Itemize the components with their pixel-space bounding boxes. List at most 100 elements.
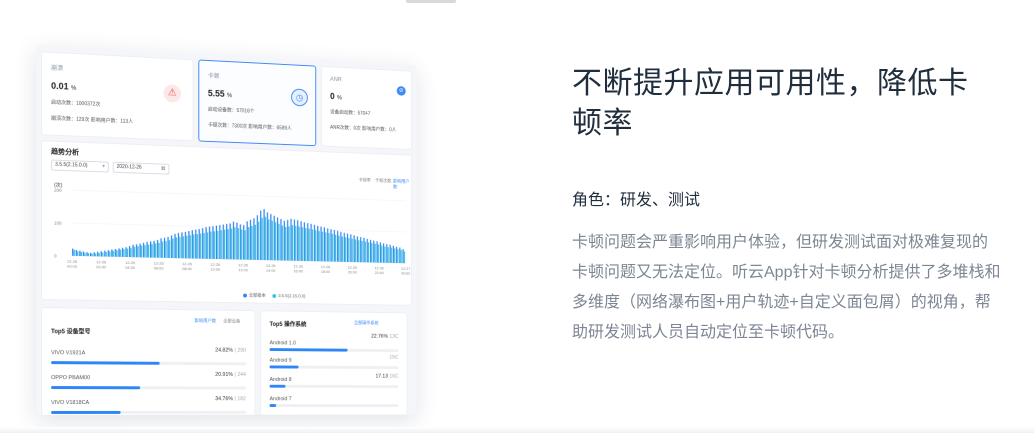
bar-version[interactable] xyxy=(130,247,132,258)
bar-all-versions[interactable] xyxy=(402,249,404,264)
bar-version[interactable] xyxy=(374,243,376,263)
bar-version[interactable] xyxy=(137,246,139,258)
list-item[interactable]: Android 8 17.13 16C xyxy=(269,373,399,393)
bar-version[interactable] xyxy=(237,228,239,260)
bar-all-versions[interactable] xyxy=(246,221,248,260)
bar-version[interactable] xyxy=(186,235,188,259)
bar-version[interactable] xyxy=(254,224,256,260)
bar-all-versions[interactable] xyxy=(323,227,325,262)
bar-version[interactable] xyxy=(161,241,164,258)
bar-all-versions[interactable] xyxy=(260,210,262,261)
bar-all-versions[interactable] xyxy=(320,226,322,262)
bar-all-versions[interactable] xyxy=(236,222,238,260)
bar-all-versions[interactable] xyxy=(287,219,289,261)
bar-version[interactable] xyxy=(295,225,297,261)
bar-all-versions[interactable] xyxy=(121,247,124,257)
bar-all-versions[interactable] xyxy=(111,249,113,257)
bar-all-versions[interactable] xyxy=(170,235,173,259)
bar-all-versions[interactable] xyxy=(181,232,183,259)
bar-version[interactable] xyxy=(77,251,79,256)
bar-version[interactable] xyxy=(154,243,157,258)
bar-all-versions[interactable] xyxy=(373,240,375,263)
bar-version[interactable] xyxy=(394,248,396,264)
segment-lag-rate[interactable]: 卡顿率 xyxy=(359,177,371,183)
bar-all-versions[interactable] xyxy=(229,223,231,260)
bar-version[interactable] xyxy=(298,226,300,261)
bar-all-versions[interactable] xyxy=(396,246,398,264)
bar-all-versions[interactable] xyxy=(156,239,159,258)
bar-all-versions[interactable] xyxy=(142,242,145,258)
list-item[interactable]: Android 9 15C xyxy=(269,354,399,374)
bar-all-versions[interactable] xyxy=(366,238,368,263)
bar-version[interactable] xyxy=(165,241,167,258)
bar-all-versions[interactable] xyxy=(379,242,381,263)
bar-version[interactable] xyxy=(315,230,317,262)
bar-version[interactable] xyxy=(203,232,205,259)
bar-all-versions[interactable] xyxy=(330,229,332,262)
bar-version[interactable] xyxy=(220,230,222,260)
bar-version[interactable] xyxy=(80,252,83,257)
bar-all-versions[interactable] xyxy=(273,215,275,261)
bar-all-versions[interactable] xyxy=(163,237,166,258)
bar-version[interactable] xyxy=(247,227,250,260)
list-item[interactable]: OPPO PBAM00 20.91% | 244 xyxy=(51,371,246,391)
bar-version[interactable] xyxy=(358,240,360,263)
bar-all-versions[interactable] xyxy=(82,251,85,257)
bar-all-versions[interactable] xyxy=(226,223,228,260)
bar-all-versions[interactable] xyxy=(256,215,258,260)
anr-card[interactable]: ANR 0 % 设备启动数：57047 ANR次数：0次 影响用户数：0人 ⊘ xyxy=(320,65,413,151)
bar-version[interactable] xyxy=(397,249,399,264)
bar-all-versions[interactable] xyxy=(128,246,131,258)
bar-all-versions[interactable] xyxy=(100,251,102,257)
bar-version[interactable] xyxy=(281,225,283,261)
bar-all-versions[interactable] xyxy=(327,228,329,262)
bar-all-versions[interactable] xyxy=(135,244,138,258)
bar-all-versions[interactable] xyxy=(75,249,77,256)
bar-version[interactable] xyxy=(140,245,143,258)
bar-version[interactable] xyxy=(251,225,253,260)
bar-all-versions[interactable] xyxy=(232,221,235,260)
bar-version[interactable] xyxy=(196,234,198,259)
bar-all-versions[interactable] xyxy=(79,250,81,256)
bar-all-versions[interactable] xyxy=(202,228,204,259)
bar-version[interactable] xyxy=(168,240,171,258)
bar-version[interactable] xyxy=(338,235,340,262)
bar-version[interactable] xyxy=(105,251,107,257)
bar-all-versions[interactable] xyxy=(139,243,141,258)
bar-version[interactable] xyxy=(227,229,229,260)
bar-all-versions[interactable] xyxy=(356,236,359,263)
all-os-link[interactable]: 全部操作系统 xyxy=(354,320,379,326)
bar-all-versions[interactable] xyxy=(132,244,134,258)
bar-version[interactable] xyxy=(390,247,393,263)
bar-all-versions[interactable] xyxy=(89,252,92,257)
bar-version[interactable] xyxy=(147,244,150,258)
bar-all-versions[interactable] xyxy=(249,219,252,260)
bar-version[interactable] xyxy=(261,217,263,261)
bar-version[interactable] xyxy=(335,234,337,262)
bar-all-versions[interactable] xyxy=(317,225,319,262)
bar-version[interactable] xyxy=(241,229,243,260)
bar-all-versions[interactable] xyxy=(293,219,295,261)
bar-all-versions[interactable] xyxy=(107,250,109,257)
bar-all-versions[interactable] xyxy=(350,234,352,263)
bar-all-versions[interactable] xyxy=(313,224,316,262)
bar-all-versions[interactable] xyxy=(86,252,88,257)
bar-all-versions[interactable] xyxy=(337,230,339,262)
bar-version[interactable] xyxy=(179,236,181,259)
version-select[interactable]: 3.5.5(2.15.0.0) ▾ xyxy=(51,159,109,173)
bar-version[interactable] xyxy=(328,233,330,262)
bar-version[interactable] xyxy=(291,225,294,261)
bar-version[interactable] xyxy=(361,240,363,263)
bar-all-versions[interactable] xyxy=(340,231,342,262)
bar-all-versions[interactable] xyxy=(386,244,388,263)
bar-all-versions[interactable] xyxy=(346,233,349,262)
list-item[interactable]: VIVO V1921A 24.82% | 290 xyxy=(51,346,246,367)
bar-all-versions[interactable] xyxy=(104,250,106,257)
bar-version[interactable] xyxy=(244,230,246,260)
bar-all-versions[interactable] xyxy=(118,248,120,257)
bar-version[interactable] xyxy=(278,223,280,261)
bar-version[interactable] xyxy=(182,236,185,259)
bar-all-versions[interactable] xyxy=(363,237,365,263)
bar-all-versions[interactable] xyxy=(353,235,355,263)
bar-version[interactable] xyxy=(345,237,347,262)
